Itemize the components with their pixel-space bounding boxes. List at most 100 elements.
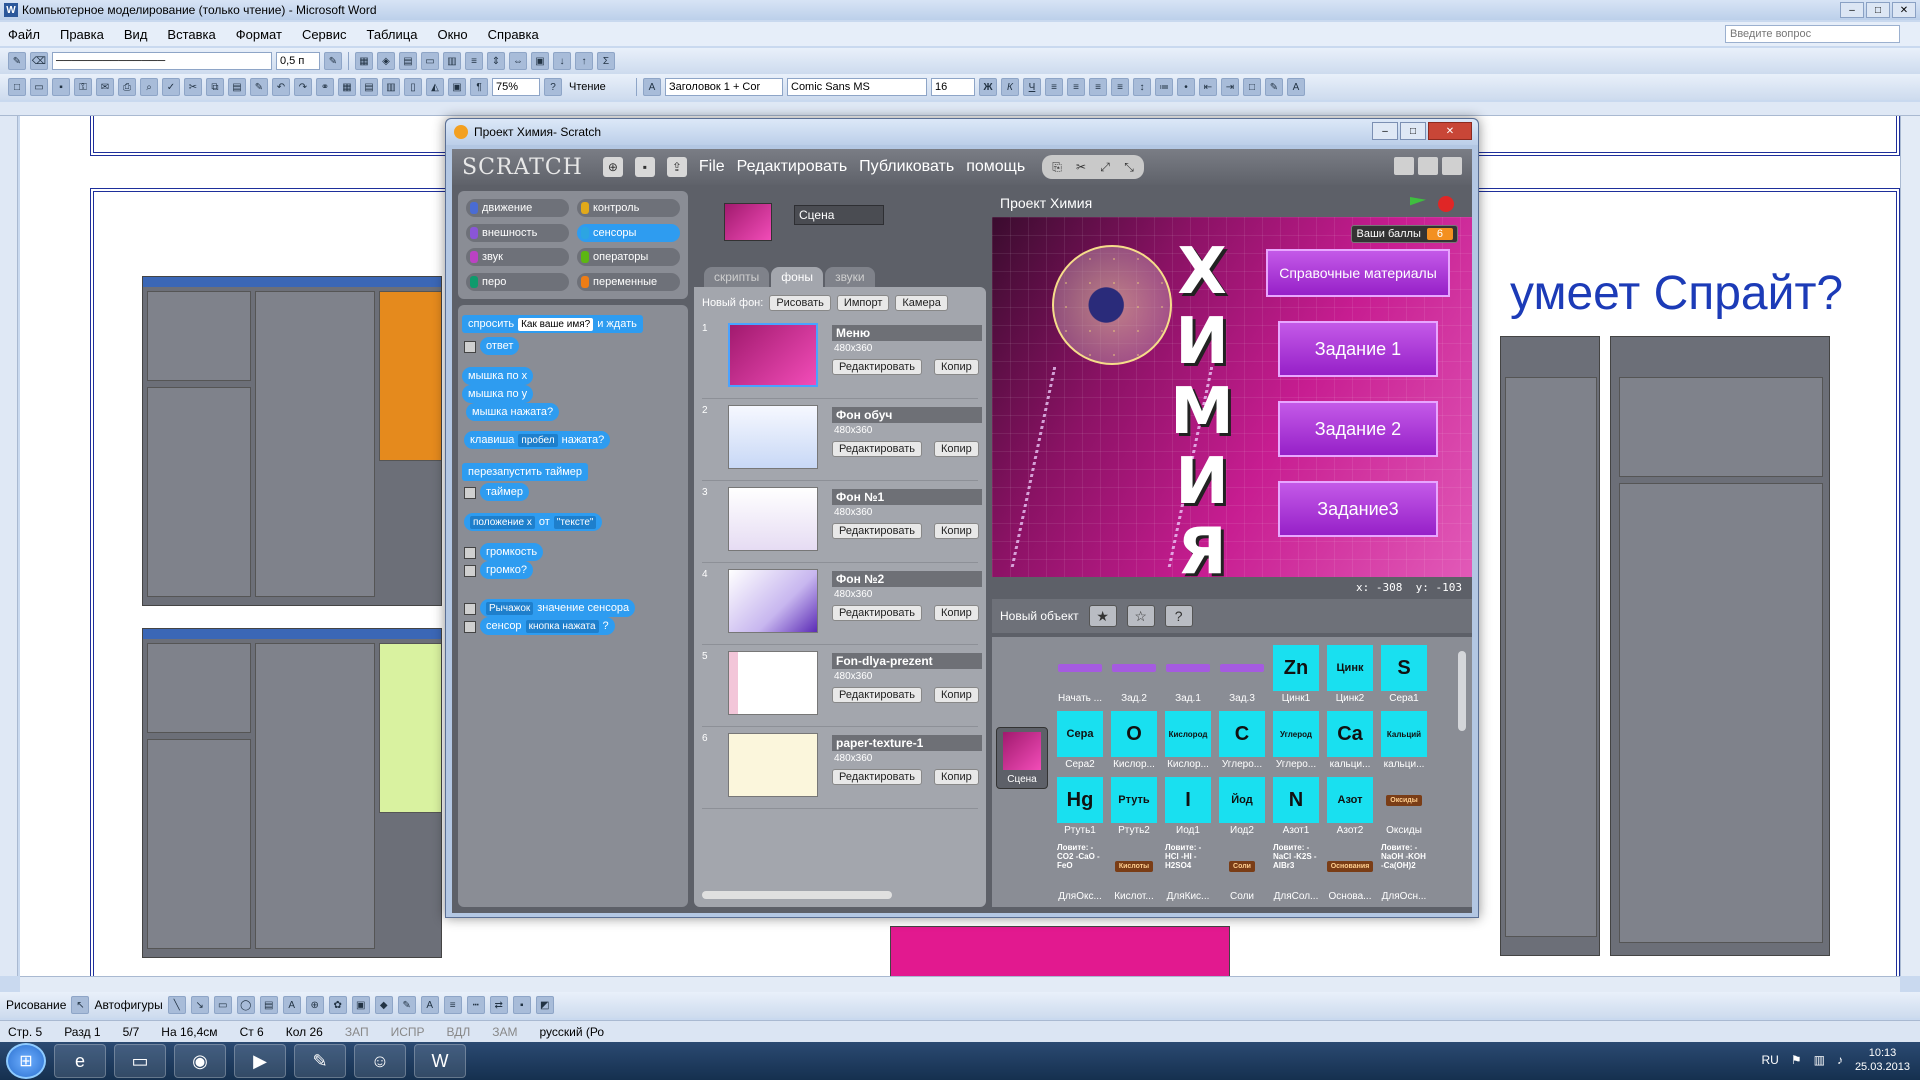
background-name[interactable]: Fon-dlya-prezent — [832, 653, 982, 669]
background-name[interactable]: Фон №1 — [832, 489, 982, 505]
category-looks[interactable]: внешность — [466, 223, 569, 242]
line-style-icon[interactable]: ≡ — [443, 996, 462, 1014]
styles-pane-icon[interactable]: A — [643, 78, 661, 96]
normal-stage-icon[interactable] — [1418, 157, 1438, 175]
taskbar-word-icon[interactable]: W — [414, 1044, 466, 1078]
border-color-icon[interactable]: ✎ — [324, 52, 342, 70]
tray-language[interactable]: RU — [1761, 1053, 1778, 1067]
sprite-tile[interactable]: Соли Соли — [1216, 843, 1268, 907]
paste-icon[interactable]: ▤ — [228, 78, 246, 96]
sprite-tile[interactable]: Ловите: -HCl -HI -H2SO4 ДляКис... — [1162, 843, 1214, 907]
sprite-tile[interactable]: Кальций кальци... — [1378, 711, 1430, 775]
distribute-cols-icon[interactable]: ⇔ — [509, 52, 527, 70]
drawing-menu[interactable]: Рисование — [6, 998, 66, 1012]
taskbar-explorer-icon[interactable]: ▭ — [114, 1044, 166, 1078]
textbox-icon[interactable]: ▤ — [259, 996, 278, 1014]
choose-sprite-icon[interactable]: ☆ — [1126, 605, 1155, 627]
sensor-value-checkbox[interactable] — [464, 603, 476, 615]
autosum-icon[interactable]: Σ — [597, 52, 615, 70]
scratch-menu-file[interactable]: File — [699, 158, 725, 176]
sprite-tile[interactable]: Кислоты Кислот... — [1108, 843, 1160, 907]
sprite-tile[interactable]: Кислород Кислор... — [1162, 711, 1214, 775]
sprite-tile[interactable]: Оксиды Оксиды — [1378, 777, 1430, 841]
wordart-icon[interactable]: A — [282, 996, 301, 1014]
block-loud[interactable]: громко? — [480, 561, 533, 579]
block-ask[interactable]: спросить Как ваше имя? и ждать — [462, 315, 643, 333]
split-cells-icon[interactable]: ▥ — [443, 52, 461, 70]
diagram-icon[interactable]: ⊕ — [305, 996, 324, 1014]
block-mouse-x[interactable]: мышка по х — [462, 367, 534, 385]
tables-borders-icon[interactable]: ▦ — [338, 78, 356, 96]
taskbar-scratch-icon[interactable]: ☺ — [354, 1044, 406, 1078]
3d-icon[interactable]: ◩ — [535, 996, 554, 1014]
grow-tool-icon[interactable]: ⤢ — [1094, 157, 1116, 177]
taskbar-media-icon[interactable]: ▶ — [234, 1044, 286, 1078]
font-select[interactable]: Comic Sans MS — [787, 78, 927, 96]
block-reset-timer[interactable]: перезапустить таймер — [462, 463, 589, 481]
task-3-button[interactable]: Задание3 — [1278, 481, 1438, 537]
copy-background-button[interactable]: Копир — [934, 687, 979, 703]
background-name[interactable]: paper-texture-1 — [832, 735, 982, 751]
word-close-button[interactable]: ✕ — [1892, 2, 1916, 18]
background-name[interactable]: Меню — [832, 325, 982, 341]
align-icon[interactable]: ≡ — [465, 52, 483, 70]
justify-icon[interactable]: ≡ — [1111, 78, 1129, 96]
style-select[interactable]: Заголовок 1 + Cor — [665, 78, 783, 96]
align-right-icon[interactable]: ≡ — [1089, 78, 1107, 96]
columns-icon[interactable]: ▯ — [404, 78, 422, 96]
sprite-tile[interactable]: Ca кальци... — [1324, 711, 1376, 775]
reference-materials-button[interactable]: Справочные материалы — [1266, 249, 1450, 297]
paint-sprite-icon[interactable]: ★ — [1088, 605, 1117, 627]
print-icon[interactable]: ⎙ — [118, 78, 136, 96]
distribute-rows-icon[interactable]: ⇕ — [487, 52, 505, 70]
answer-checkbox[interactable] — [464, 341, 476, 353]
start-button[interactable]: ⊞ — [6, 1043, 46, 1079]
taskbar-chrome-icon[interactable]: ◉ — [174, 1044, 226, 1078]
menu-window[interactable]: Окно — [437, 27, 467, 42]
horizontal-scrollbar[interactable] — [20, 976, 1900, 992]
redo-icon[interactable]: ↷ — [294, 78, 312, 96]
category-sound[interactable]: звук — [466, 248, 569, 266]
status-ovr[interactable]: ЗАМ — [492, 1025, 517, 1039]
sprite-tile[interactable]: Ловите: -NaCl -K2S -AlBr3 ДляСол... — [1270, 843, 1322, 907]
line-style-select[interactable]: ────────────── — [52, 52, 272, 70]
block-key-pressed[interactable]: клавиша пробел нажата? — [464, 431, 611, 449]
random-sprite-icon[interactable]: ? — [1164, 605, 1193, 627]
sprite-tile[interactable]: Ртуть Ртуть2 — [1108, 777, 1160, 841]
copy-background-button[interactable]: Копир — [934, 359, 979, 375]
background-item[interactable]: 3 Фон №1 480x360 Редактировать Копир — [694, 483, 986, 565]
line-weight-select[interactable]: 0,5 п — [276, 52, 320, 70]
edit-background-button[interactable]: Редактировать — [832, 769, 922, 785]
doc-image-scratch-4[interactable] — [1610, 336, 1830, 956]
oval-icon[interactable]: ◯ — [236, 996, 255, 1014]
background-name[interactable]: Фон №2 — [832, 571, 982, 587]
sprite-tile[interactable]: Зад.3 — [1216, 645, 1268, 709]
taskbar-ie-icon[interactable]: e — [54, 1044, 106, 1078]
edit-background-button[interactable]: Редактировать — [832, 523, 922, 539]
background-thumbnail[interactable] — [728, 651, 818, 715]
picture-icon[interactable]: ▣ — [351, 996, 370, 1014]
copy-background-button[interactable]: Копир — [934, 441, 979, 457]
sprite-tile[interactable]: Ловите: -NaOH -KOH -Ca(OH)2 ДляОсн... — [1378, 843, 1430, 907]
camera-button[interactable]: Камера — [895, 295, 948, 311]
increase-indent-icon[interactable]: ⇥ — [1221, 78, 1239, 96]
import-button[interactable]: Импорт — [836, 295, 890, 311]
background-item[interactable]: 5 Fon-dlya-prezent 480x360 Редактировать… — [694, 647, 986, 729]
block-mouse-y[interactable]: мышка по у — [462, 385, 534, 403]
horizontal-ruler[interactable] — [0, 102, 1920, 116]
menu-edit[interactable]: Правка — [60, 27, 104, 42]
sort-asc-icon[interactable]: ↓ — [553, 52, 571, 70]
status-language[interactable]: русский (Ро — [540, 1025, 605, 1039]
background-thumbnail[interactable] — [728, 487, 818, 551]
menu-format[interactable]: Формат — [236, 27, 282, 42]
arrow-icon[interactable]: ↘ — [190, 996, 209, 1014]
small-stage-icon[interactable] — [1394, 157, 1414, 175]
background-thumbnail[interactable] — [728, 569, 818, 633]
zoom-select[interactable]: 75% — [492, 78, 540, 96]
document-map-icon[interactable]: ▣ — [448, 78, 466, 96]
copy-background-button[interactable]: Копир — [934, 523, 979, 539]
ask-question-input[interactable]: Введите вопрос — [1725, 25, 1900, 43]
line-spacing-icon[interactable]: ↕ — [1133, 78, 1151, 96]
sprite-tile[interactable]: S Сера1 — [1378, 645, 1430, 709]
presentation-mode-icon[interactable] — [1442, 157, 1462, 175]
